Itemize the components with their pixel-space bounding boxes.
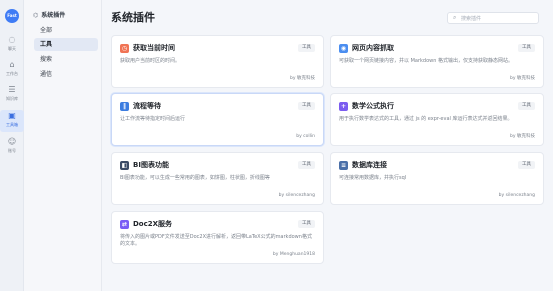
search-box[interactable]: ⌕ <box>447 12 539 24</box>
db-icon: ≡ <box>339 161 348 170</box>
plugin-title: 数据库连接 <box>352 161 387 169</box>
plugin-tag: 工具 <box>518 102 535 110</box>
rail-item-workbench[interactable]: ⌂ 工作台 <box>0 59 24 81</box>
subnav-item-search[interactable]: 搜索 <box>34 53 98 66</box>
plugin-title: Doc2X服务 <box>133 220 173 228</box>
plugin-title: 数学公式执行 <box>352 102 394 110</box>
plugin-tag: 工具 <box>298 44 315 52</box>
plugin-author: by 敏克科技 <box>510 76 535 81</box>
doc2x-icon: ⇄ <box>120 220 129 229</box>
plugin-description: 可获取一个网页链接内容，并以 Markdown 格式输出，仅支持获取静态网站。 <box>339 58 514 64</box>
plugin-title: BI图表功能 <box>133 161 169 169</box>
plugin-description: 获取用户当前时区的时间。 <box>120 58 181 64</box>
subnav-header-label: 系统插件 <box>41 12 66 19</box>
plugin-card[interactable]: ◉ 网页内容抓取 工具 可获取一个网页链接内容，并以 Markdown 格式输出… <box>330 35 544 88</box>
plugin-description: BI图表功能，可以生成一些常用的图表，如饼图，柱状图，折线图等 <box>120 175 270 181</box>
plugin-card[interactable]: ‖ 流程等待 工具 让工作流等待指定时间后运行 by collin <box>111 93 324 146</box>
chat-icon: ◌ <box>8 35 16 44</box>
database-icon: ☰ <box>8 85 16 94</box>
search-input[interactable] <box>461 14 535 23</box>
plugin-description: 将传入的图片或PDF文件发送至Doc2X进行解析，返回带LaTeX公式的mark… <box>120 234 312 247</box>
plugin-description: 可连接常用数据库，并执行sql <box>339 175 407 181</box>
rail-item-label: 聊天 <box>8 46 16 51</box>
plugin-card[interactable]: ⇄ Doc2X服务 工具 将传入的图片或PDF文件发送至Doc2X进行解析，返回… <box>111 211 324 264</box>
plugin-author: by 敏克科技 <box>290 76 315 81</box>
plugin-icon: ⌬ <box>33 12 39 19</box>
subnav-header: ⌬ 系统插件 <box>33 10 65 19</box>
plugin-tag: 工具 <box>518 161 535 169</box>
rail-item-knowledge[interactable]: ☰ 知识库 <box>0 84 24 106</box>
plugin-description: 用于执行数学表达式的工具，通过 js 的 expr-eval 库运行表达式并返回… <box>339 116 513 122</box>
plugin-author: by silencezhang <box>278 193 315 198</box>
plugin-card[interactable]: ≡ 数据库连接 工具 可连接常用数据库，并执行sql by silencezha… <box>330 152 544 205</box>
plugin-author: by Menghuan1918 <box>272 252 315 257</box>
plugin-card[interactable]: ◧ BI图表功能 工具 BI图表功能，可以生成一些常用的图表，如饼图，柱状图，折… <box>111 152 324 205</box>
subnav-item-communication[interactable]: 通信 <box>34 68 98 81</box>
search-icon: ⌕ <box>453 14 457 21</box>
page-title: 系统插件 <box>111 11 155 24</box>
subnav-item-all[interactable]: 全部 <box>34 24 98 37</box>
workbench-icon: ⌂ <box>9 60 15 69</box>
plugin-card[interactable]: ◷ 获取当前时间 工具 获取用户当前时区的时间。 by 敏克科技 <box>111 35 324 88</box>
rail-item-chat[interactable]: ◌ 聊天 <box>0 34 24 56</box>
plugin-tag: 工具 <box>298 220 315 228</box>
chart-icon: ◧ <box>120 161 129 170</box>
rail-item-toolbox[interactable]: ▣ 工具箱 <box>0 110 24 132</box>
plugin-tag: 工具 <box>298 102 315 110</box>
plugin-author: by 敏克科技 <box>510 134 535 139</box>
clock-icon: ◷ <box>120 44 129 53</box>
plugin-tag: 工具 <box>518 44 535 52</box>
plugin-category-nav: ⌬ 系统插件 全部 工具 搜索 通信 <box>24 0 102 291</box>
plugin-card[interactable]: + 数学公式执行 工具 用于执行数学表达式的工具，通过 js 的 expr-ev… <box>330 93 544 146</box>
rail-item-label: 工作台 <box>6 71 18 76</box>
plugin-title: 流程等待 <box>133 102 161 110</box>
rail-item-label: 知识库 <box>6 96 18 101</box>
pause-icon: ‖ <box>120 102 129 111</box>
toolbox-icon: ▣ <box>8 111 16 120</box>
plugin-author: by silencezhang <box>498 193 535 198</box>
icon-rail: Fast ◌ 聊天 ⌂ 工作台 ☰ 知识库 ▣ 工具箱 ☺ 账号 <box>0 0 24 291</box>
web-icon: ◉ <box>339 44 348 53</box>
plugin-author: by collin <box>296 134 315 139</box>
plugin-title: 获取当前时间 <box>133 44 175 52</box>
rail-item-label: 账号 <box>8 148 16 153</box>
app-logo[interactable]: Fast <box>5 9 19 23</box>
plugin-title: 网页内容抓取 <box>352 44 394 52</box>
rail-item-label: 工具箱 <box>6 122 18 127</box>
rail-item-account[interactable]: ☺ 账号 <box>0 136 24 158</box>
math-icon: + <box>339 102 348 111</box>
subnav-item-tools[interactable]: 工具 <box>34 38 98 51</box>
account-icon: ☺ <box>7 137 17 146</box>
plugin-description: 让工作流等待指定时间后运行 <box>120 116 186 122</box>
plugin-tag: 工具 <box>298 161 315 169</box>
